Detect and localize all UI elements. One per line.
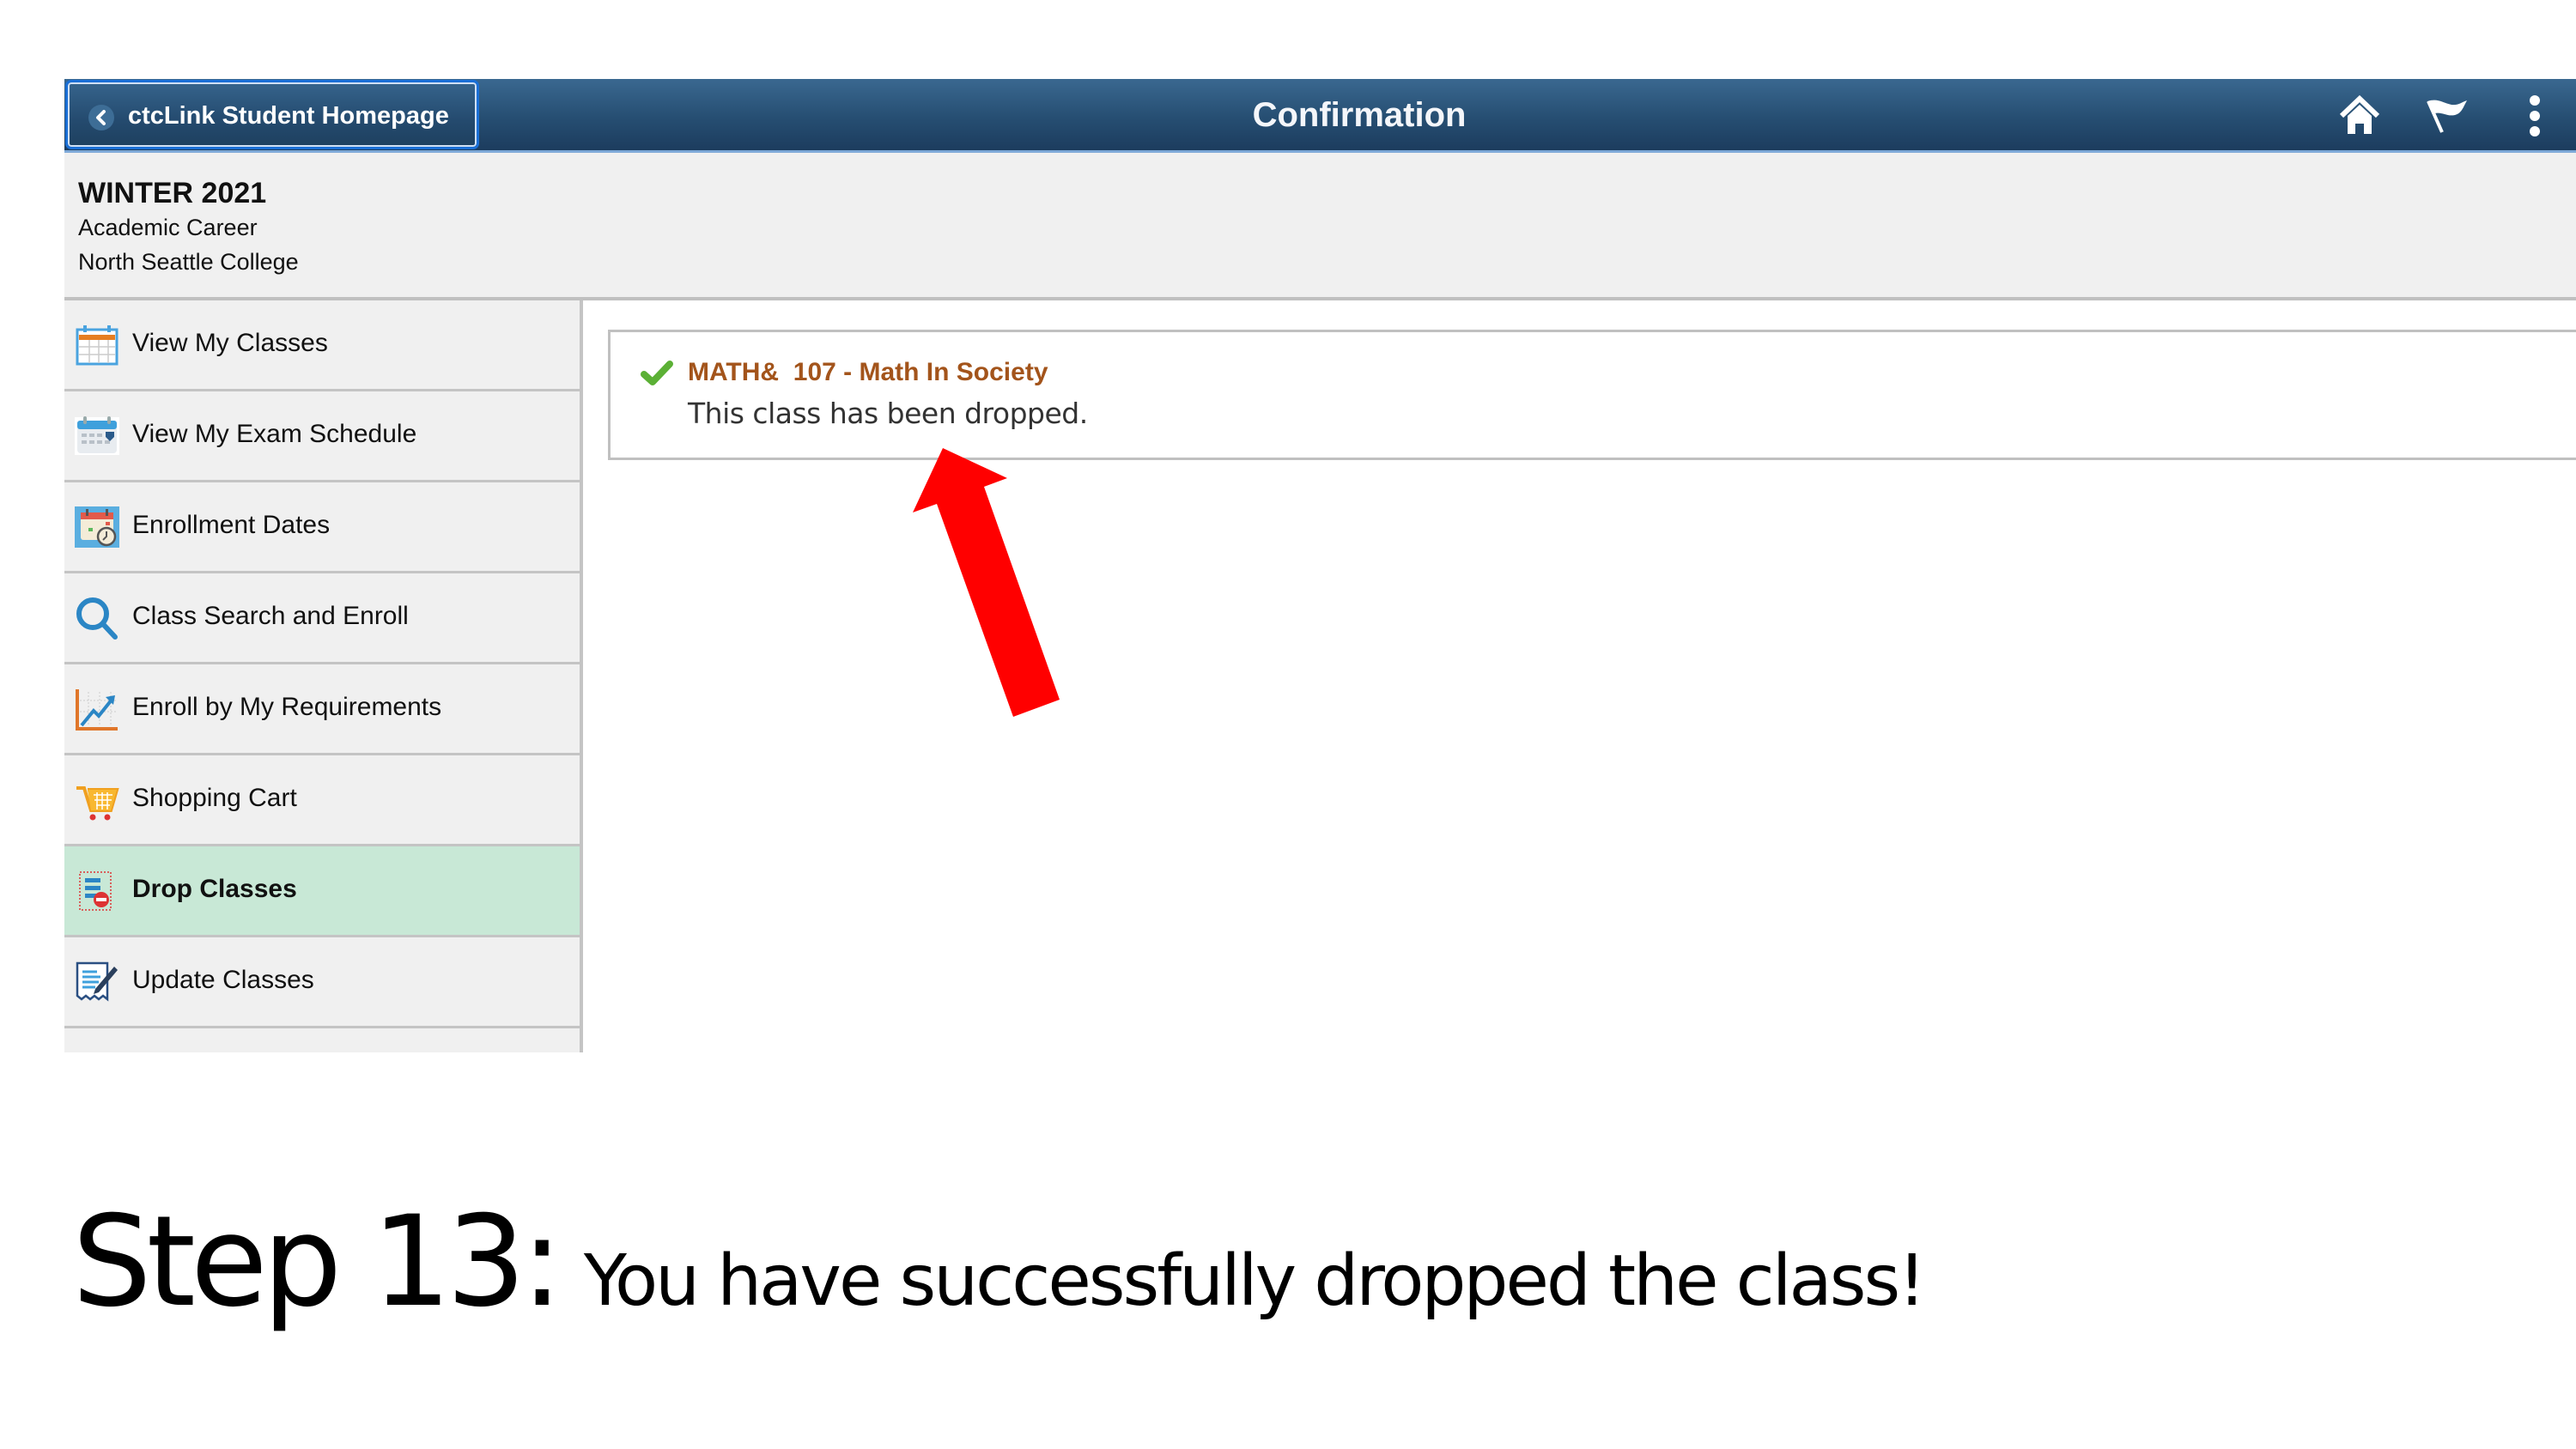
- step-description: You have successfully dropped the class!: [583, 1240, 1926, 1322]
- home-icon[interactable]: [2336, 93, 2383, 139]
- sidebar-item-label: Enrollment Dates: [132, 511, 331, 539]
- sidebar-item-label: View My Classes: [132, 329, 328, 357]
- flag-icon[interactable]: [2424, 93, 2470, 139]
- context-panel: WINTER 2021 Academic Career North Seattl…: [64, 153, 2576, 300]
- page-title: Confirmation: [1252, 96, 1467, 134]
- app-window: ctcLink Student Homepage Confirmation WI…: [64, 79, 2576, 1052]
- career-label: Academic Career: [78, 215, 258, 240]
- more-options-icon[interactable]: [2512, 93, 2558, 139]
- sidebar-item-view-my-classes[interactable]: View My Classes: [64, 300, 580, 391]
- sidebar-item-enroll-by-my-requirements[interactable]: Enroll by My Requirements: [64, 664, 580, 755]
- sidebar-item-label: Drop Classes: [132, 875, 297, 903]
- status-message: This class has been dropped.: [688, 397, 1088, 430]
- exam-calendar-icon: [75, 414, 119, 458]
- calendar-clock-icon: [75, 505, 119, 549]
- chart-trend-icon: [75, 687, 119, 731]
- step-number: Step 13:: [72, 1189, 563, 1335]
- sidebar-item-label: Update Classes: [132, 966, 314, 994]
- institution-label: North Seattle College: [78, 249, 299, 275]
- sidebar-item-enrollment-dates[interactable]: Enrollment Dates: [64, 482, 580, 573]
- step-caption: Step 13: You have successfully dropped th…: [72, 1189, 1926, 1335]
- content-area: MATH& 107 - Math In Society This class h…: [583, 300, 2576, 1052]
- sidebar-item-drop-classes[interactable]: Drop Classes: [64, 846, 580, 937]
- checkmark-icon: [641, 360, 673, 387]
- edit-document-icon: [75, 960, 119, 1004]
- sidebar-item-update-classes[interactable]: Update Classes: [64, 937, 580, 1028]
- sidebar-item-class-search-and-enroll[interactable]: Class Search and Enroll: [64, 573, 580, 664]
- course-title: MATH& 107 - Math In Society: [688, 358, 1048, 386]
- drop-result-card: MATH& 107 - Math In Society This class h…: [608, 330, 2576, 460]
- calendar-icon: [75, 323, 119, 367]
- search-icon: [75, 596, 119, 640]
- term-label: WINTER 2021: [78, 177, 267, 209]
- sidebar-item-label: Class Search and Enroll: [132, 602, 409, 630]
- side-navigation: View My Classes View My Exam Schedule En…: [64, 300, 583, 1052]
- sidebar-item-view-my-exam-schedule[interactable]: View My Exam Schedule: [64, 391, 580, 482]
- sidebar-item-shopping-cart[interactable]: Shopping Cart: [64, 755, 580, 846]
- sidebar-item-label: View My Exam Schedule: [132, 420, 417, 448]
- cart-icon: [75, 778, 119, 822]
- header-bar: ctcLink Student Homepage Confirmation: [64, 79, 2576, 153]
- drop-list-icon: [75, 869, 119, 913]
- back-to-homepage-button[interactable]: ctcLink Student Homepage: [65, 80, 479, 149]
- sidebar-item-label: Enroll by My Requirements: [132, 693, 442, 721]
- back-button-label: ctcLink Student Homepage: [128, 102, 449, 130]
- chevron-left-icon: [88, 105, 114, 130]
- sidebar-item-label: Shopping Cart: [132, 784, 297, 812]
